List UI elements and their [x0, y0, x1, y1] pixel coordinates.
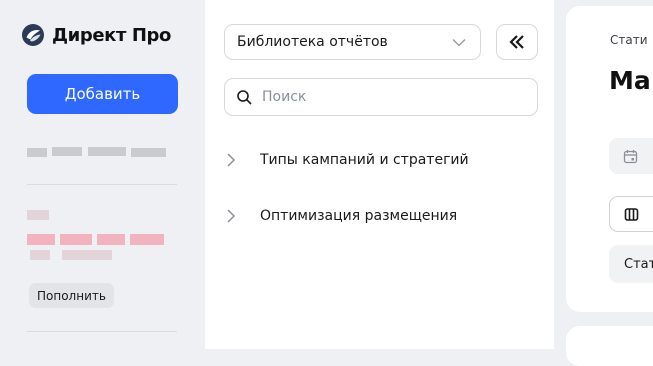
- tree-item-campaign-types[interactable]: Типы кампаний и стратегий: [224, 152, 469, 168]
- columns-icon: [624, 207, 639, 221]
- stat-chip[interactable]: Стат: [609, 245, 653, 283]
- tree-item-label: Типы кампаний и стратегий: [260, 152, 469, 168]
- chevron-right-icon: [227, 153, 236, 167]
- double-chevron-left-icon: [509, 35, 524, 49]
- topup-button[interactable]: Пополнить: [29, 283, 114, 308]
- columns-button[interactable]: [609, 196, 653, 232]
- report-library-panel: Библиотека отчётов Типы кампаний и страт…: [205, 0, 554, 349]
- search-box[interactable]: [224, 78, 538, 116]
- add-button[interactable]: Добавить: [27, 74, 178, 114]
- search-input[interactable]: [260, 88, 524, 106]
- main-content-card-lower: [566, 326, 653, 366]
- date-range-picker[interactable]: [609, 138, 653, 174]
- page-title: Ма: [609, 66, 651, 95]
- sidebar-divider: [27, 331, 177, 332]
- collapse-panel-button[interactable]: [496, 24, 538, 60]
- search-icon: [237, 89, 252, 105]
- calendar-icon: [623, 149, 638, 163]
- sidebar-divider: [27, 184, 177, 185]
- sidebar: Директ Про Добавить Пополнить: [0, 0, 205, 349]
- tree-item-label: Оптимизация размещения: [260, 208, 458, 224]
- tree-item-placement-optimization[interactable]: Оптимизация размещения: [224, 208, 457, 224]
- library-select[interactable]: Библиотека отчётов: [224, 24, 481, 60]
- app-logo[interactable]: Директ Про: [22, 24, 171, 46]
- breadcrumb[interactable]: Стати: [610, 33, 648, 47]
- chevron-down-icon: [452, 38, 466, 47]
- chevron-right-icon: [227, 209, 236, 223]
- yandex-direct-logo-icon: [22, 24, 44, 46]
- library-select-value: Библиотека отчётов: [237, 34, 388, 50]
- logo-text: Директ Про: [52, 24, 171, 46]
